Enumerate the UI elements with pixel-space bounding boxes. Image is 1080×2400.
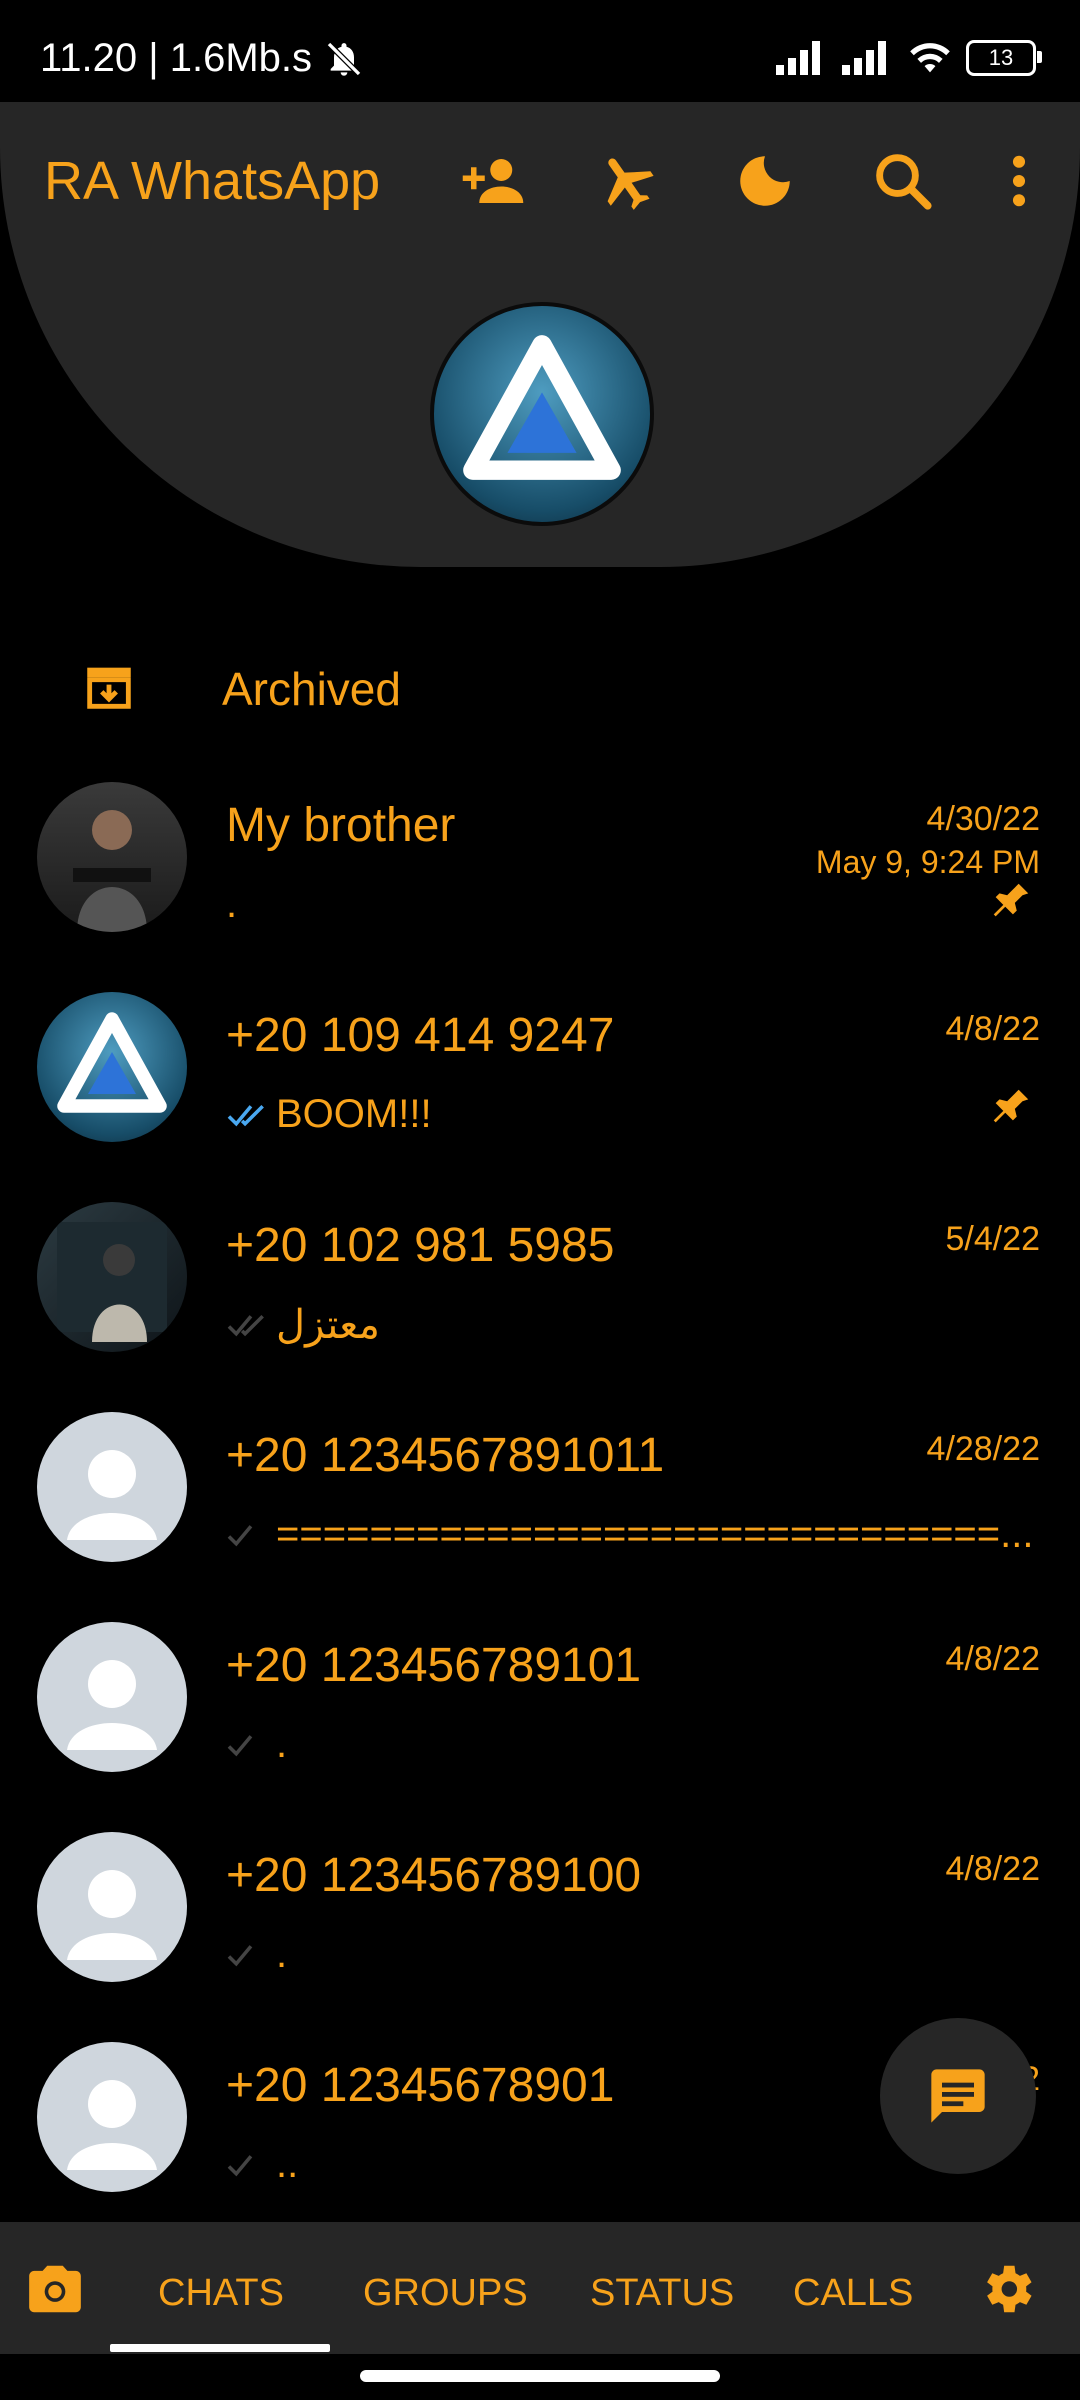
chat-name: +20 109 414 9247 <box>226 1009 615 1062</box>
chat-row[interactable]: +20 102 981 5985 5/4/22 معتزل <box>0 1202 1080 1412</box>
chat-name: +20 102 981 5985 <box>226 1219 615 1272</box>
default-person-icon <box>67 1870 157 1960</box>
chat-preview-text: معتزل <box>276 1303 380 1347</box>
chat-preview: . <box>226 1932 287 1977</box>
bottom-navigation: CHATS GROUPS STATUS CALLS <box>0 2222 1080 2354</box>
chat-preview: .. <box>226 2142 298 2187</box>
tab-calls[interactable]: CALLS <box>793 2272 913 2315</box>
default-person-icon <box>67 1450 157 1540</box>
dark-mode-button[interactable] <box>730 146 800 216</box>
signal-icon <box>776 41 820 75</box>
tab-chats[interactable]: CHATS <box>158 2272 284 2315</box>
search-icon <box>876 154 932 210</box>
chat-row[interactable]: +20 123456789101 4/8/22 . <box>0 1622 1080 1832</box>
default-avatar <box>37 1412 187 1562</box>
chat-preview: . <box>226 882 237 927</box>
contact-avatar <box>37 1202 187 1352</box>
add-contact-icon <box>462 159 524 203</box>
chat-date: 4/8/22 <box>945 1850 1040 1888</box>
chat-row[interactable]: +20 109 414 9247 4/8/22 BOOM!!! <box>0 992 1080 1202</box>
default-avatar <box>37 1622 187 1772</box>
person-photo-icon <box>73 810 151 932</box>
new-chat-button[interactable] <box>880 2018 1036 2174</box>
chat-date: 4/8/22 <box>945 1640 1040 1678</box>
wifi-icon <box>910 43 950 73</box>
home-indicator[interactable] <box>360 2370 720 2382</box>
single-check-grey-icon <box>227 1524 253 1546</box>
single-check-grey-icon <box>227 1734 253 1756</box>
default-person-icon <box>67 2080 157 2170</box>
profile-avatar[interactable] <box>430 302 654 526</box>
chat-row[interactable]: +20 123456789100 4/8/22 . <box>0 1832 1080 2042</box>
settings-button[interactable] <box>976 2258 1038 2320</box>
chat-name: +20 12345678901 <box>226 2059 615 2112</box>
message-icon <box>931 2069 985 2123</box>
signal-icon-2 <box>842 41 886 75</box>
status-left: 11.20 | 1.6Mb.s <box>40 36 364 81</box>
contact-avatar <box>37 782 187 932</box>
search-button[interactable] <box>868 146 938 216</box>
chat-name: +20 123456789100 <box>226 1849 642 1902</box>
chat-date: 5/4/22 <box>945 1220 1040 1258</box>
status-bar: 11.20 | 1.6Mb.s 13 <box>0 0 1080 102</box>
triangle-logo-icon <box>463 335 621 480</box>
double-check-grey-icon <box>227 1314 264 1337</box>
tab-groups[interactable]: GROUPS <box>363 2272 528 2315</box>
battery-level: 13 <box>988 45 1014 70</box>
status-right: 13 <box>776 40 1042 76</box>
app-title: RA WhatsApp <box>44 151 381 211</box>
chat-date: 4/8/22 <box>945 1010 1040 1048</box>
more-icon <box>1012 155 1026 207</box>
chat-name: +20 1234567891011 <box>226 1429 665 1482</box>
tab-status[interactable]: STATUS <box>590 2272 734 2315</box>
chat-name: +20 123456789101 <box>226 1639 642 1692</box>
chat-preview-text: . <box>276 1722 288 1766</box>
chat-preview: معتزل <box>226 1302 380 1348</box>
mute-icon <box>326 41 362 76</box>
chat-preview-text: . <box>276 1932 288 1976</box>
airplane-mode-button[interactable] <box>592 146 662 216</box>
airplane-icon <box>607 158 654 210</box>
chat-preview: BOOM!!! <box>226 1092 432 1137</box>
camera-button[interactable] <box>24 2258 86 2320</box>
chat-row[interactable]: My brother 4/30/22 May 9, 9:24 PM . <box>0 782 1080 992</box>
more-options-button[interactable] <box>984 146 1054 216</box>
chat-row[interactable]: +20 1234567891011 4/28/22 ==============… <box>0 1412 1080 1622</box>
chat-preview-text: . <box>226 882 238 926</box>
chat-preview: . <box>226 1722 287 1767</box>
single-check-grey-icon <box>227 2154 253 2176</box>
double-check-blue-icon <box>227 1104 264 1126</box>
chat-date: 4/28/22 <box>926 1430 1040 1468</box>
chat-preview: ===============================... <box>226 1512 1033 1557</box>
triangle-logo-icon <box>57 1012 167 1113</box>
default-person-icon <box>67 1660 157 1750</box>
chat-preview-text: .. <box>276 2142 299 2186</box>
default-avatar <box>37 1832 187 1982</box>
person-photo-icon <box>57 1222 167 1342</box>
gear-icon <box>987 2265 1032 2313</box>
single-check-grey-icon <box>227 1944 253 1966</box>
chat-preview-text: ===============================... <box>276 1512 1034 1556</box>
moon-icon <box>740 156 790 206</box>
archived-row[interactable]: Archived <box>0 640 1080 730</box>
chat-preview-text: BOOM!!! <box>276 1092 432 1136</box>
archived-label: Archived <box>222 663 401 715</box>
pin-icon <box>993 883 1029 917</box>
chat-date: 4/30/22 <box>926 800 1040 838</box>
contact-avatar <box>37 992 187 1142</box>
battery-icon: 13 <box>966 40 1042 76</box>
add-contact-button[interactable] <box>458 146 528 216</box>
pin-icon <box>993 1089 1029 1123</box>
chat-name: My brother <box>226 799 456 852</box>
chat-date-secondary: May 9, 9:24 PM <box>815 844 1040 880</box>
archive-icon <box>87 667 131 709</box>
active-tab-indicator <box>110 2344 330 2352</box>
default-avatar <box>37 2042 187 2192</box>
status-time-speed: 11.20 | 1.6Mb.s <box>40 36 313 80</box>
camera-icon <box>29 2265 81 2313</box>
